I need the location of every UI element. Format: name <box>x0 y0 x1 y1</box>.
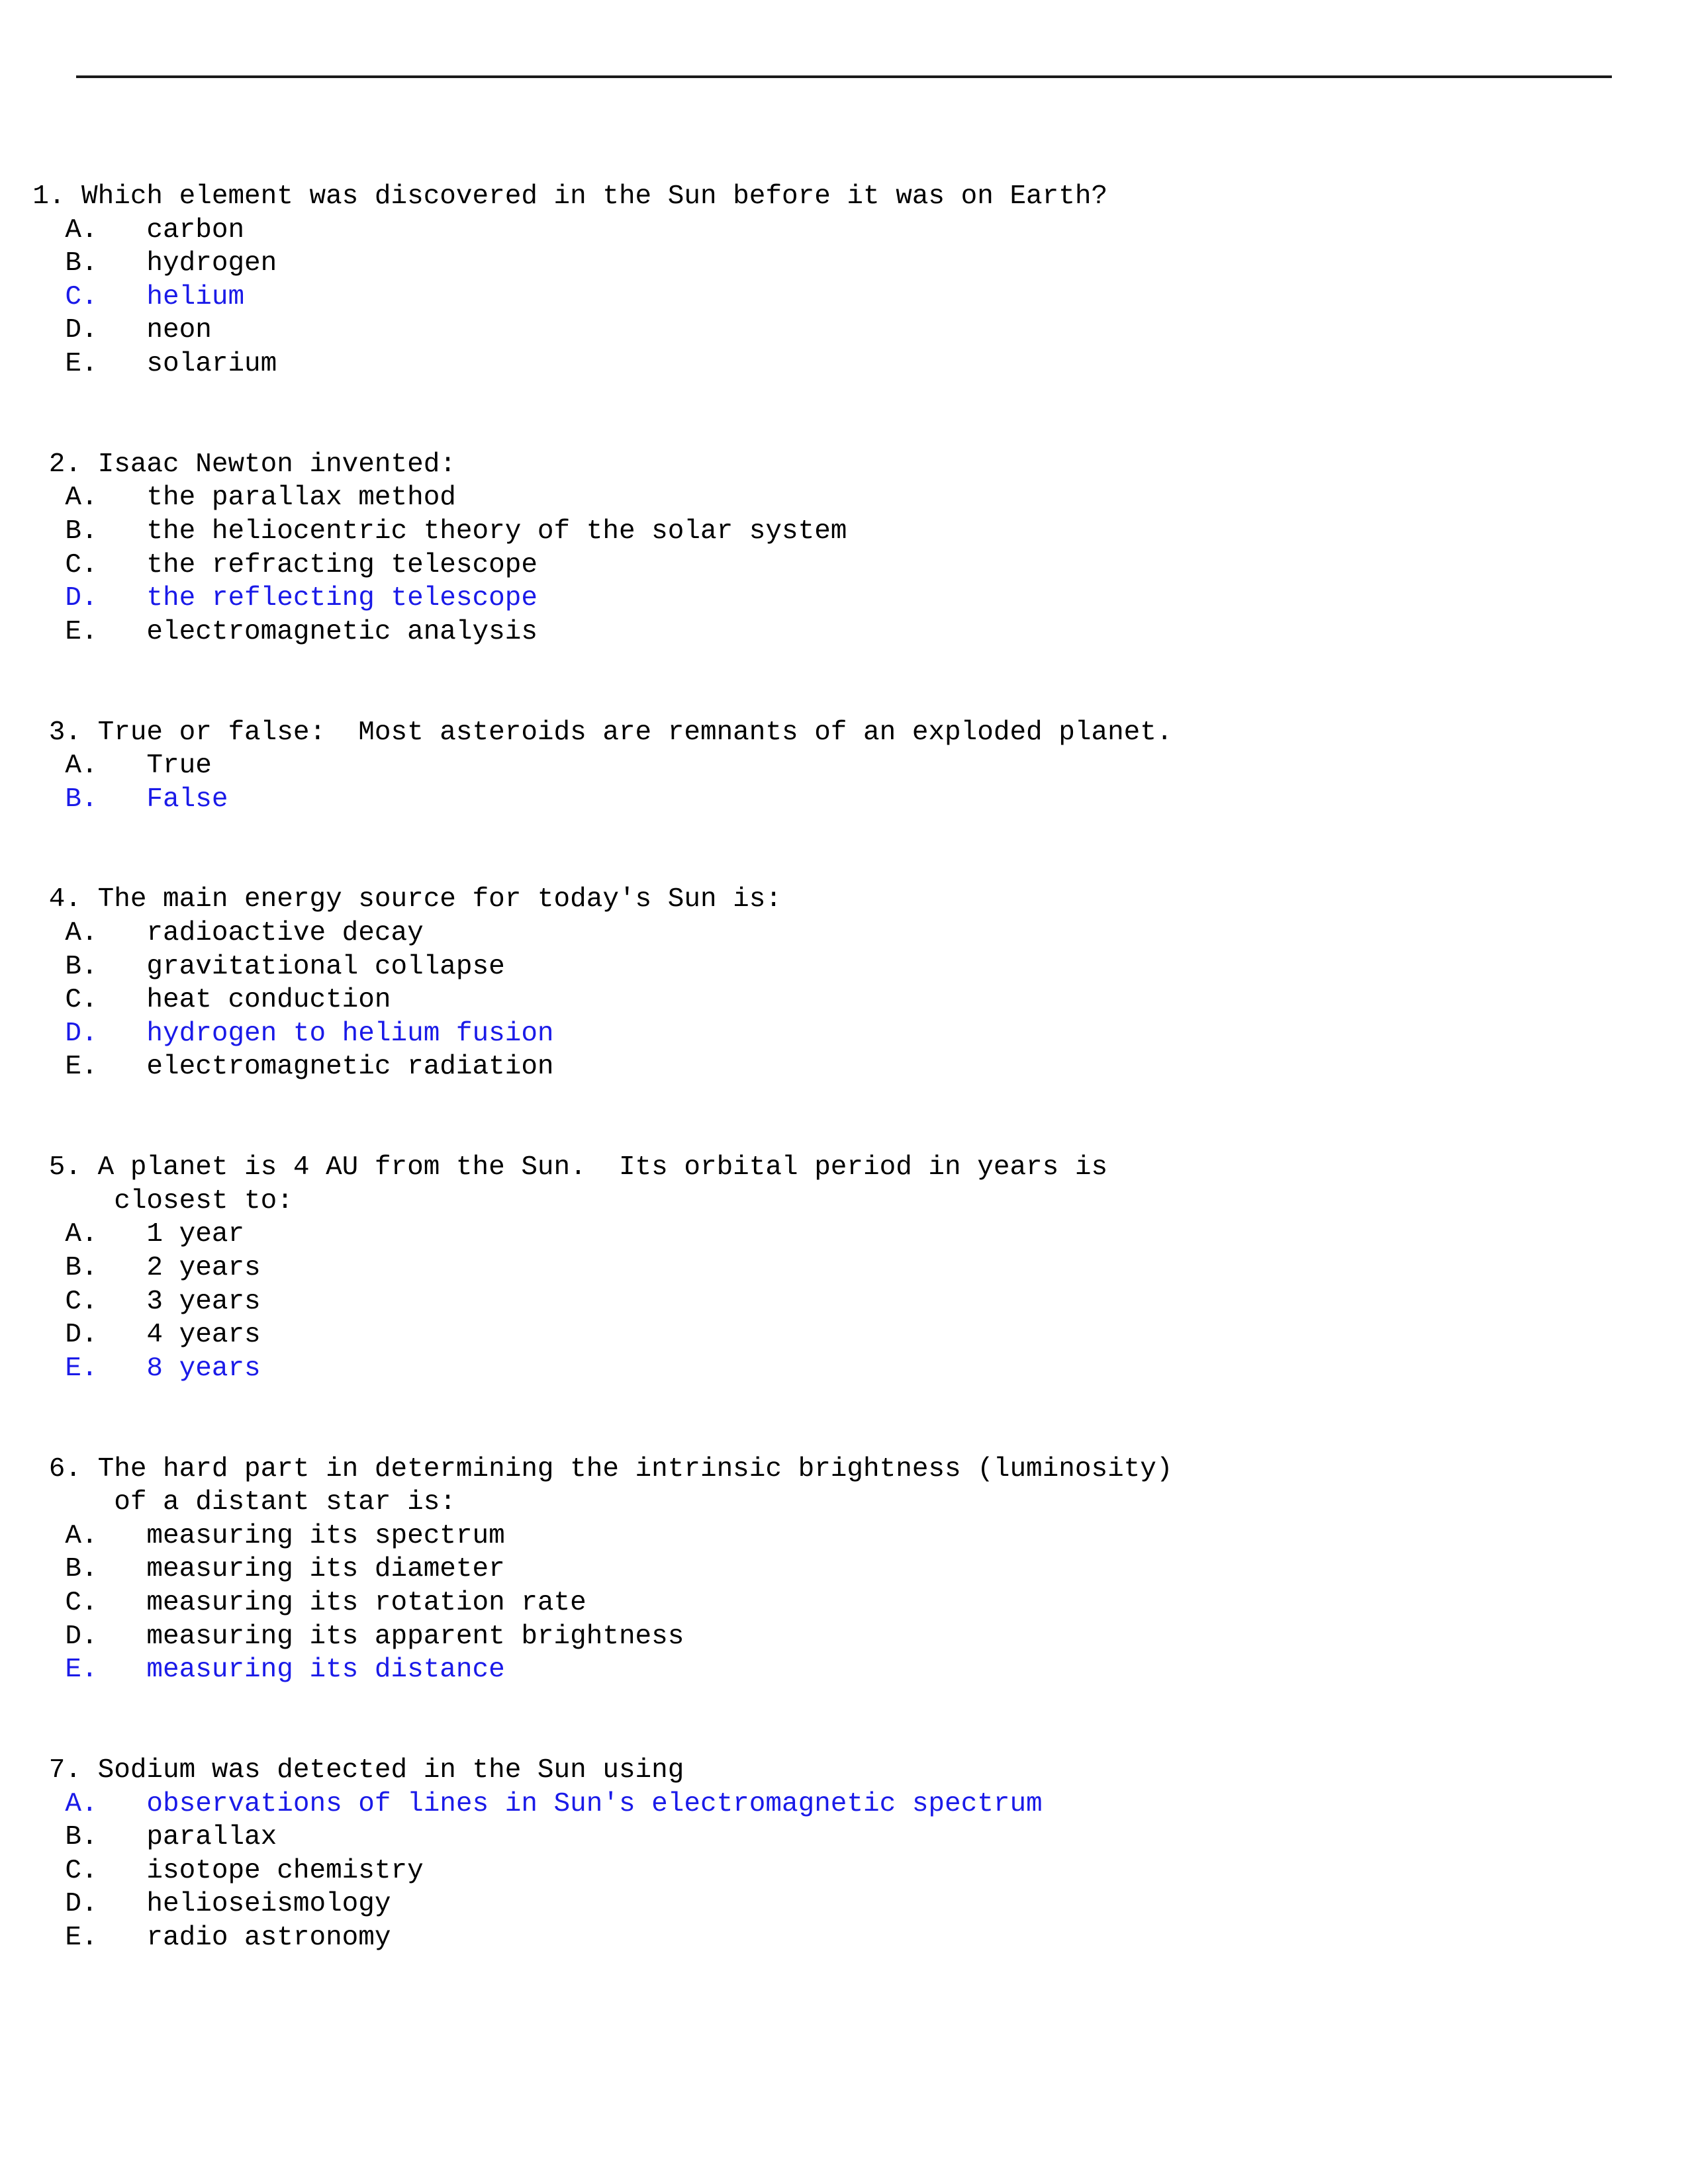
question-stem: 6. The hard part in determining the intr… <box>0 1453 1173 1484</box>
question-stem: 7. Sodium was detected in the Sun using <box>0 1754 684 1786</box>
question-stem: 3. True or false: Most asteroids are rem… <box>0 717 1173 748</box>
answer-option[interactable]: A. 1 year <box>0 1218 1688 1251</box>
answer-option[interactable]: B. the heliocentric theory of the solar … <box>0 515 1688 549</box>
question-block: 6. The hard part in determining the intr… <box>0 1453 1688 1721</box>
answer-option-correct[interactable]: D. hydrogen to helium fusion <box>0 1017 1688 1051</box>
answer-option-correct[interactable]: E. measuring its distance <box>0 1653 1688 1687</box>
answer-option[interactable]: E. electromagnetic radiation <box>0 1050 1688 1084</box>
answer-option[interactable]: A. the parallax method <box>0 481 1688 515</box>
answer-option[interactable]: C. the refracting telescope <box>0 549 1688 582</box>
answer-option[interactable]: B. gravitational collapse <box>0 950 1688 984</box>
question-stem: 2. Isaac Newton invented: <box>0 449 456 480</box>
answer-option[interactable]: A. measuring its spectrum <box>0 1520 1688 1553</box>
answer-option[interactable]: B. measuring its diameter <box>0 1553 1688 1586</box>
question-stem: 4. The main energy source for today's Su… <box>0 884 782 915</box>
answer-option[interactable]: E. solarium <box>0 347 1688 381</box>
answer-option[interactable]: B. hydrogen <box>0 247 1688 281</box>
answer-option-correct[interactable]: E. 8 years <box>0 1352 1688 1386</box>
answer-option[interactable]: E. electromagnetic analysis <box>0 615 1688 649</box>
answer-option-correct[interactable]: A. observations of lines in Sun's electr… <box>0 1788 1688 1821</box>
answer-option[interactable]: C. 3 years <box>0 1285 1688 1319</box>
answer-option[interactable]: D. 4 years <box>0 1318 1688 1352</box>
answer-option[interactable]: E. radio astronomy <box>0 1921 1688 1955</box>
question-list: 1. Which element was discovered in the S… <box>0 180 1688 1988</box>
answer-option[interactable]: B. 2 years <box>0 1251 1688 1285</box>
question-stem-continuation: closest to: <box>0 1185 293 1216</box>
answer-option[interactable]: D. measuring its apparent brightness <box>0 1620 1688 1654</box>
answer-option-correct[interactable]: C. helium <box>0 281 1688 314</box>
header-horizontal-rule <box>76 75 1612 78</box>
question-block: 1. Which element was discovered in the S… <box>0 180 1688 414</box>
answer-option[interactable]: D. helioseismology <box>0 1888 1688 1921</box>
answer-option-correct[interactable]: D. the reflecting telescope <box>0 582 1688 615</box>
question-stem: 5. A planet is 4 AU from the Sun. Its or… <box>0 1152 1108 1183</box>
question-block: 2. Isaac Newton invented: A. the paralla… <box>0 448 1688 682</box>
question-block: 7. Sodium was detected in the Sun using … <box>0 1754 1688 1955</box>
question-block: 4. The main energy source for today's Su… <box>0 883 1688 1117</box>
answer-option[interactable]: B. parallax <box>0 1821 1688 1854</box>
question-block: 3. True or false: Most asteroids are rem… <box>0 716 1688 850</box>
answer-option[interactable]: C. measuring its rotation rate <box>0 1586 1688 1620</box>
answer-option[interactable]: A. True <box>0 749 1688 783</box>
answer-option-correct[interactable]: B. False <box>0 783 1688 817</box>
answer-option[interactable]: C. heat conduction <box>0 983 1688 1017</box>
question-stem-continuation: of a distant star is: <box>0 1487 456 1518</box>
answer-option[interactable]: C. isotope chemistry <box>0 1854 1688 1888</box>
answer-option[interactable]: A. carbon <box>0 214 1688 248</box>
answer-option[interactable]: A. radioactive decay <box>0 917 1688 950</box>
answer-option[interactable]: D. neon <box>0 314 1688 347</box>
quiz-page: 1. Which element was discovered in the S… <box>0 0 1688 2184</box>
question-block: 5. A planet is 4 AU from the Sun. Its or… <box>0 1151 1688 1419</box>
question-stem: 1. Which element was discovered in the S… <box>0 181 1108 212</box>
